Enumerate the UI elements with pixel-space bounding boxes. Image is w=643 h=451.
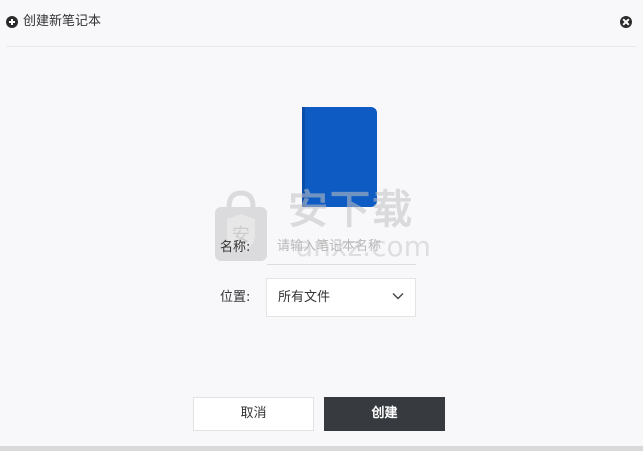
location-label: 位置: [220,290,251,305]
header-divider [6,46,637,47]
create-button[interactable]: 创建 [324,397,445,431]
close-icon[interactable] [620,16,632,28]
notebook-name-input[interactable] [267,229,416,265]
bottom-bar [0,446,643,451]
plus-circle-icon [6,16,18,28]
create-notebook-dialog: 创建新笔记本 安 安下载 anxz.com 名称: 位置: 所有文件 取消 创建 [0,0,643,451]
cancel-button[interactable]: 取消 [193,397,314,431]
location-select[interactable]: 所有文件 [266,278,416,317]
chevron-down-icon [392,293,404,300]
dialog-header: 创建新笔记本 [0,0,643,46]
location-selected-value: 所有文件 [278,290,331,305]
watermark-text: 安下载 [288,187,414,233]
dialog-title: 创建新笔记本 [23,14,102,29]
name-label: 名称: [220,240,251,255]
